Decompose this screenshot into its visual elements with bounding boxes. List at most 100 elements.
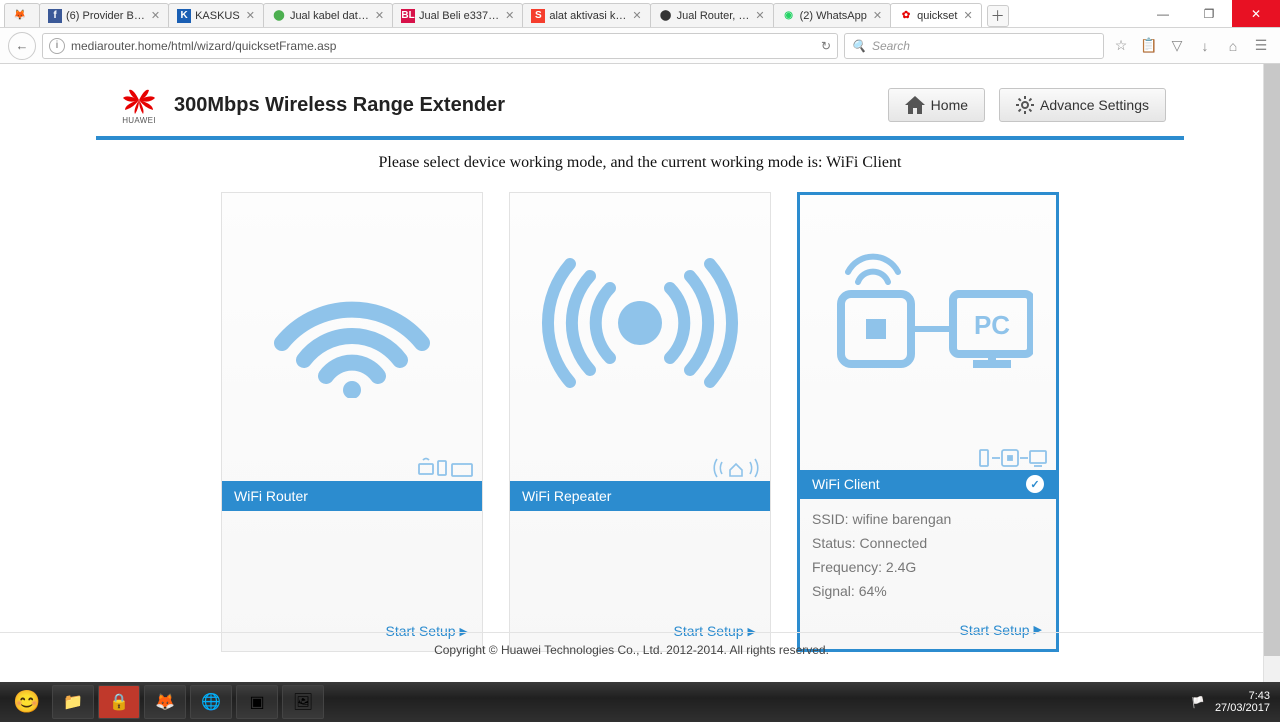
close-icon[interactable]: ✕ bbox=[873, 9, 882, 22]
clipboard-icon[interactable]: 📋 bbox=[1138, 35, 1160, 57]
page-header: HUAWEI 300Mbps Wireless Range Extender H… bbox=[96, 74, 1184, 136]
search-box[interactable]: 🔍 Search bbox=[844, 33, 1104, 59]
close-icon[interactable]: ✕ bbox=[632, 9, 641, 22]
browser-tab[interactable]: f (6) Provider B… ✕ bbox=[39, 3, 169, 27]
signal-home-icon bbox=[710, 456, 762, 478]
tab-label: quickset bbox=[917, 10, 957, 22]
taskbar-firefox-icon[interactable]: 🦊 bbox=[144, 685, 186, 719]
card-label-text: WiFi Router bbox=[234, 488, 308, 504]
start-button[interactable]: 😊 bbox=[6, 685, 48, 719]
home-icon bbox=[905, 96, 925, 114]
phone-router-pc-icon bbox=[978, 446, 1048, 468]
card-label-text: WiFi Repeater bbox=[522, 488, 611, 504]
card-label-bar: WiFi Client ✓ bbox=[800, 470, 1056, 499]
vertical-scrollbar[interactable] bbox=[1263, 64, 1280, 722]
client-ssid: SSID: wifine barengan bbox=[812, 507, 1044, 531]
close-icon[interactable]: ✕ bbox=[151, 9, 160, 22]
minimize-button[interactable]: — bbox=[1140, 0, 1186, 27]
taskbar-security-icon[interactable]: 🔒 bbox=[98, 685, 140, 719]
client-mini-icons bbox=[800, 443, 1056, 470]
tray-clock[interactable]: 7:43 27/03/2017 bbox=[1215, 690, 1270, 714]
menu-icon[interactable]: ☰ bbox=[1250, 35, 1272, 57]
shopee-icon: S bbox=[531, 9, 545, 23]
browser-tabstrip: 🦊 f (6) Provider B… ✕ K KASKUS ✕ ⬤Jual kabel… bbox=[0, 0, 1140, 27]
selected-check-icon: ✓ bbox=[1026, 475, 1044, 493]
mode-card-client[interactable]: PC WiFi Client ✓ SSID: wifine barengan S… bbox=[797, 192, 1059, 652]
close-button[interactable]: ✕ bbox=[1232, 0, 1280, 27]
router-illustration bbox=[222, 193, 482, 453]
huawei-logo-icon bbox=[121, 86, 157, 114]
instruction-text: Please select device working mode, and t… bbox=[96, 140, 1184, 192]
product-title: 300Mbps Wireless Range Extender bbox=[174, 94, 505, 117]
taskbar-app-icon[interactable]: ▣ bbox=[236, 685, 278, 719]
close-icon[interactable]: ✕ bbox=[755, 9, 764, 22]
client-frequency: Frequency: 2.4G bbox=[812, 555, 1044, 579]
svg-text:PC: PC bbox=[974, 310, 1010, 340]
browser-tab[interactable]: K KASKUS ✕ bbox=[168, 3, 264, 27]
whatsapp-icon: ◉ bbox=[782, 9, 796, 23]
card-info bbox=[510, 511, 770, 611]
wifi-client-icon: PC bbox=[823, 244, 1033, 394]
close-icon[interactable]: ✕ bbox=[375, 9, 384, 22]
search-placeholder: Search bbox=[872, 39, 910, 53]
browser-tab[interactable]: 🦊 bbox=[4, 3, 40, 27]
tray-time: 7:43 bbox=[1215, 690, 1270, 702]
page-viewport: HUAWEI 300Mbps Wireless Range Extender H… bbox=[0, 64, 1280, 722]
home-icon[interactable]: ⌂ bbox=[1222, 35, 1244, 57]
huawei-logo: HUAWEI bbox=[114, 80, 164, 130]
mode-card-router[interactable]: WiFi Router Start Setup▶ bbox=[221, 192, 483, 652]
browser-tab[interactable]: ⬤Jual kabel dat…✕ bbox=[263, 3, 393, 27]
card-label-text: WiFi Client bbox=[812, 476, 880, 492]
taskbar-chrome-icon[interactable]: 🌐 bbox=[190, 685, 232, 719]
browser-tab[interactable]: ⬤ Jual Router, … ✕ bbox=[650, 3, 774, 27]
card-label-bar: WiFi Router bbox=[222, 481, 482, 511]
tab-label: Jual Beli e337… bbox=[419, 10, 499, 22]
browser-tab[interactable]: BL Jual Beli e337… ✕ bbox=[392, 3, 523, 27]
kaskus-icon: K bbox=[177, 9, 191, 23]
tab-label: alat aktivasi k… bbox=[549, 10, 626, 22]
close-icon[interactable]: ✕ bbox=[505, 9, 514, 22]
site-info-icon[interactable]: i bbox=[49, 38, 65, 54]
taskbar-photos-icon[interactable]: 🖼 bbox=[282, 685, 324, 719]
tab-label: KASKUS bbox=[195, 10, 240, 22]
system-tray[interactable]: 🏳️ 7:43 27/03/2017 bbox=[1191, 690, 1274, 714]
new-tab-button[interactable]: ＋ bbox=[987, 5, 1009, 27]
router-mini-icons bbox=[222, 453, 482, 481]
tray-flag-icon[interactable]: 🏳️ bbox=[1191, 696, 1205, 709]
facebook-icon: f bbox=[48, 9, 62, 23]
windows-taskbar: 😊 📁 🔒 🦊 🌐 ▣ 🖼 🏳️ 7:43 27/03/2017 bbox=[0, 682, 1280, 722]
browser-tab[interactable]: ✿ quickset ✕ bbox=[890, 3, 982, 27]
url-text: mediarouter.home/html/wizard/quicksetFra… bbox=[71, 39, 815, 53]
bookmark-star-icon[interactable]: ☆ bbox=[1110, 35, 1132, 57]
tokopedia-icon: ⬤ bbox=[272, 9, 286, 23]
olx-icon: ⬤ bbox=[659, 9, 673, 23]
gear-icon bbox=[1016, 96, 1034, 114]
downloads-icon[interactable]: ↓ bbox=[1194, 35, 1216, 57]
home-button[interactable]: Home bbox=[888, 88, 985, 122]
wifi-router-icon bbox=[262, 248, 442, 398]
close-icon[interactable]: ✕ bbox=[963, 9, 972, 22]
repeater-illustration bbox=[510, 193, 770, 453]
browser-tab[interactable]: Salat aktivasi k… ✕ bbox=[522, 3, 650, 27]
repeater-mini-icons bbox=[510, 453, 770, 481]
bukalapak-icon: BL bbox=[401, 9, 415, 23]
devices-icon bbox=[418, 456, 474, 478]
close-icon[interactable]: ✕ bbox=[246, 9, 255, 22]
tab-label: (2) WhatsApp bbox=[800, 10, 867, 22]
reload-icon[interactable]: ↻ bbox=[821, 39, 831, 53]
back-button[interactable]: ← bbox=[8, 32, 36, 60]
card-label-bar: WiFi Repeater bbox=[510, 481, 770, 511]
maximize-button[interactable]: ❐ bbox=[1186, 0, 1232, 27]
mode-cards: WiFi Router Start Setup▶ bbox=[96, 192, 1184, 652]
taskbar-explorer-icon[interactable]: 📁 bbox=[52, 685, 94, 719]
url-bar[interactable]: i mediarouter.home/html/wizard/quicksetF… bbox=[42, 33, 838, 59]
browser-tab[interactable]: ◉ (2) WhatsApp ✕ bbox=[773, 3, 891, 27]
huawei-icon: ✿ bbox=[899, 9, 913, 23]
mode-card-repeater[interactable]: WiFi Repeater Start Setup▶ bbox=[509, 192, 771, 652]
pocket-icon[interactable]: ▽ bbox=[1166, 35, 1188, 57]
advanced-settings-button[interactable]: Advance Settings bbox=[999, 88, 1166, 122]
tab-label: Jual Router, … bbox=[677, 10, 750, 22]
client-signal: Signal: 64% bbox=[812, 579, 1044, 603]
tab-label: (6) Provider B… bbox=[66, 10, 145, 22]
logo-subtext: HUAWEI bbox=[122, 116, 156, 125]
